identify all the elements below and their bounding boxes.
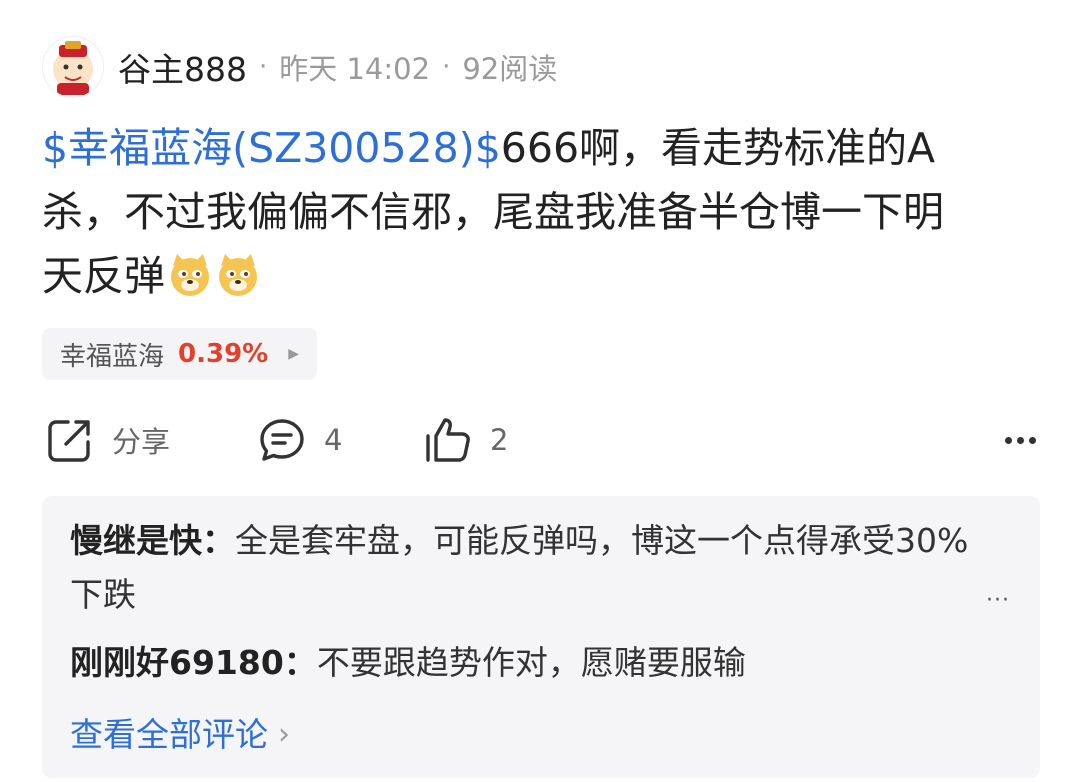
comment-button[interactable]: 4 bbox=[258, 412, 342, 468]
comment-count: 4 bbox=[324, 423, 343, 457]
avatar[interactable] bbox=[42, 36, 104, 98]
share-label: 分享 bbox=[112, 425, 171, 459]
post-text-line2: 杀，不过我偏偏不信邪，尾盘我准备半仓博一下明 bbox=[42, 188, 944, 236]
read-count: 92阅读 bbox=[462, 52, 558, 86]
like-button[interactable]: 2 bbox=[424, 412, 508, 468]
avatar-image bbox=[53, 41, 93, 95]
post-content: $幸福蓝海(SZ300528)$666啊，看走势标准的A 杀，不过我偏偏不信邪，… bbox=[42, 116, 1042, 308]
stock-chip-change: 0.39% bbox=[178, 339, 269, 369]
share-button[interactable]: 分享 bbox=[46, 412, 170, 468]
more-icon bbox=[1005, 436, 1012, 444]
more-button[interactable] bbox=[990, 412, 1036, 468]
doge-emoji-icon bbox=[219, 254, 257, 296]
post-text-line1: 666啊，看走势标准的A bbox=[500, 124, 936, 172]
chevron-right-icon: ▶ bbox=[288, 346, 299, 362]
share-icon bbox=[48, 420, 90, 462]
comment-item[interactable]: 慢继是快：全是套牢盘，可能反弹吗，博这一个点得承受30%下跌 bbox=[70, 514, 970, 622]
view-all-label: 查看全部评论 bbox=[70, 715, 268, 754]
comment-icon bbox=[260, 419, 304, 461]
author-name[interactable]: 谷主888 bbox=[118, 43, 247, 91]
like-icon bbox=[426, 418, 470, 462]
stock-chip[interactable]: 幸福蓝海 0.39% ▶ bbox=[42, 328, 317, 380]
like-count: 2 bbox=[490, 423, 509, 457]
comment-more-icon[interactable]: ··· bbox=[986, 588, 1010, 613]
action-bar: 分享 4 2 bbox=[46, 412, 1036, 468]
more-icon bbox=[1029, 436, 1036, 444]
comment-username[interactable]: 慢继是快： bbox=[70, 521, 235, 560]
doge-emoji-icon bbox=[171, 254, 209, 296]
post-text-line3: 天反弹 bbox=[42, 252, 165, 300]
post-time: 昨天 14:02 bbox=[279, 52, 431, 86]
meta-separator: · bbox=[442, 52, 451, 82]
meta-separator: · bbox=[259, 52, 268, 82]
post-header: 谷主888 · 昨天 14:02 · 92阅读 bbox=[42, 36, 557, 98]
stock-tag-link[interactable]: $幸福蓝海(SZ300528)$ bbox=[42, 124, 501, 172]
comment-item[interactable]: 刚刚好69180：不要跟趋势作对，愿赌要服输 bbox=[70, 636, 970, 690]
stock-chip-name: 幸福蓝海 bbox=[60, 341, 165, 372]
more-icon bbox=[1017, 436, 1024, 444]
chevron-right-icon: › bbox=[278, 717, 290, 752]
comment-text: 不要跟趋势作对，愿赌要服输 bbox=[316, 643, 746, 682]
comment-panel: 慢继是快：全是套牢盘，可能反弹吗，博这一个点得承受30%下跌 ··· 刚刚好69… bbox=[42, 496, 1040, 778]
comment-username[interactable]: 刚刚好69180： bbox=[70, 643, 317, 682]
view-all-comments-link[interactable]: 查看全部评论 › bbox=[70, 708, 290, 762]
